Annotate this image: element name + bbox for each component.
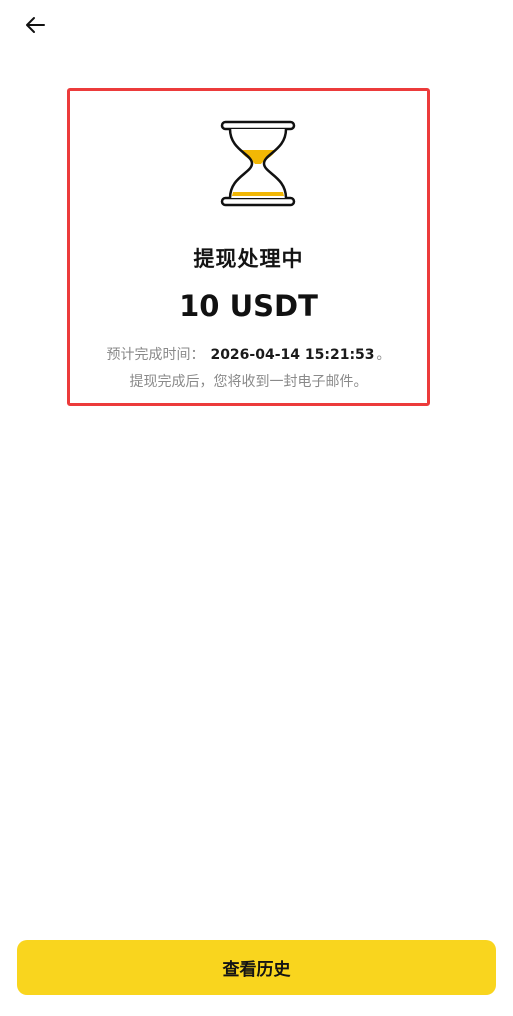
view-history-button[interactable]: 查看历史 bbox=[17, 940, 496, 995]
eta-time: 2026-04-14 15:21:53 bbox=[210, 347, 375, 363]
eta-suffix: 。 bbox=[376, 347, 391, 363]
eta-label: 预计完成时间： bbox=[106, 347, 205, 363]
estimated-completion: 预计完成时间： 2026-04-14 15:21:53。 bbox=[70, 344, 427, 364]
email-notice: 提现完成后，您将收到一封电子邮件。 bbox=[129, 374, 368, 390]
status-title: 提现处理中 bbox=[193, 247, 304, 271]
withdrawal-amount: 10 USDT bbox=[179, 289, 318, 323]
arrow-left-icon bbox=[24, 16, 46, 38]
back-button[interactable] bbox=[18, 12, 52, 42]
hourglass-icon bbox=[217, 118, 299, 210]
withdrawal-status-card: 提现处理中 10 USDT 预计完成时间： 2026-04-14 15:21:53… bbox=[67, 88, 430, 406]
